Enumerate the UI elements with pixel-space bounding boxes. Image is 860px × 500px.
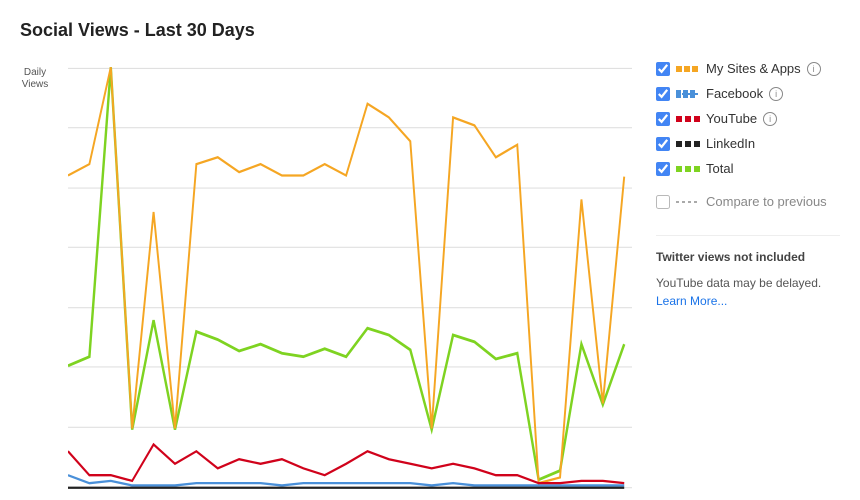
legend-panel: My Sites & Apps i Facebook i bbox=[640, 57, 840, 490]
chart-svg: 175 150 125 100 75 50 25 0 06/6 06/13 06… bbox=[68, 57, 632, 490]
legend-checkbox-mysites[interactable] bbox=[656, 62, 670, 76]
legend-icon-youtube bbox=[676, 112, 700, 126]
legend-item-linkedin: LinkedIn bbox=[656, 136, 840, 151]
legend-checkbox-total[interactable] bbox=[656, 162, 670, 176]
legend-checkbox-facebook[interactable] bbox=[656, 87, 670, 101]
chart-inner: 175 150 125 100 75 50 25 0 06/6 06/13 06… bbox=[68, 57, 632, 490]
info-icon-facebook[interactable]: i bbox=[769, 87, 783, 101]
legend-item-mysites: My Sites & Apps i bbox=[656, 61, 840, 76]
legend-label-mysites: My Sites & Apps bbox=[706, 61, 801, 76]
compare-icon bbox=[676, 195, 700, 209]
compare-checkbox[interactable] bbox=[656, 195, 670, 209]
twitter-note: Twitter views not included bbox=[656, 248, 840, 266]
learn-more-link[interactable]: Learn More... bbox=[656, 294, 727, 308]
legend-icon-facebook bbox=[676, 87, 700, 101]
legend-item-youtube: YouTube i bbox=[656, 111, 840, 126]
youtube-note: YouTube data may be delayed. Learn More.… bbox=[656, 274, 840, 310]
info-icon-mysites[interactable]: i bbox=[807, 62, 821, 76]
legend-label-total: Total bbox=[706, 161, 733, 176]
notes-section: Twitter views not included YouTube data … bbox=[656, 235, 840, 310]
y-axis-label: Daily Views bbox=[10, 67, 60, 91]
legend-label-youtube: YouTube bbox=[706, 111, 757, 126]
info-icon-youtube[interactable]: i bbox=[763, 112, 777, 126]
compare-section: Compare to previous bbox=[656, 194, 840, 209]
chart-area: Daily Views bbox=[20, 57, 840, 490]
legend-label-facebook: Facebook bbox=[706, 86, 763, 101]
legend-item-facebook: Facebook i bbox=[656, 86, 840, 101]
legend-label-linkedin: LinkedIn bbox=[706, 136, 755, 151]
legend-checkbox-linkedin[interactable] bbox=[656, 137, 670, 151]
main-container: Social Views - Last 30 Days Daily Views bbox=[0, 0, 860, 500]
legend-icon-mysites bbox=[676, 62, 700, 76]
chart-wrapper: Daily Views bbox=[20, 57, 640, 490]
compare-label: Compare to previous bbox=[706, 194, 827, 209]
legend-checkbox-youtube[interactable] bbox=[656, 112, 670, 126]
legend-item-total: Total bbox=[656, 161, 840, 176]
page-title: Social Views - Last 30 Days bbox=[20, 20, 840, 41]
legend-icon-linkedin bbox=[676, 137, 700, 151]
legend-icon-total bbox=[676, 162, 700, 176]
